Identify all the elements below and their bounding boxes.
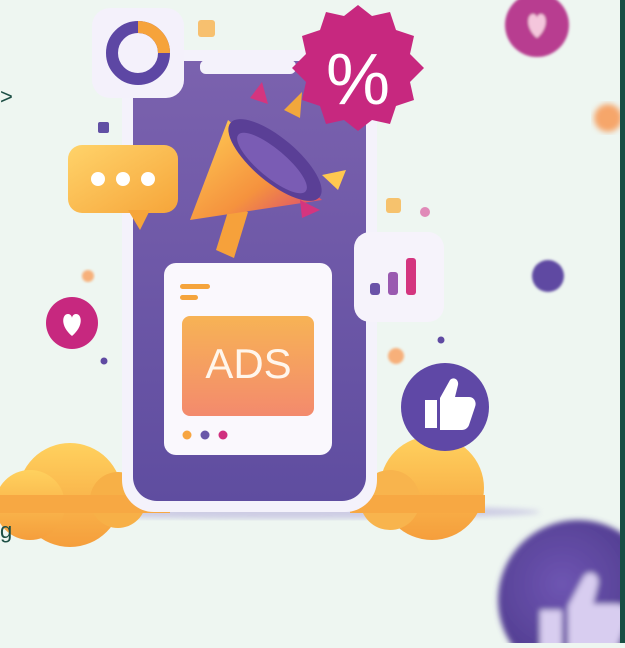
decor-dot: [100, 357, 108, 365]
illustration: % ADS > g: [0, 0, 625, 648]
donut-chart-icon: [126, 41, 150, 65]
phone-notch: [200, 60, 296, 74]
donut-card: [92, 8, 184, 98]
card-dot: [182, 430, 192, 440]
card-dot: [218, 430, 228, 440]
ads-label: ADS: [205, 340, 292, 387]
right-edge-bar: [620, 0, 625, 643]
bar-chart-icon: [370, 283, 380, 295]
decor-dot: [437, 336, 445, 344]
blurred-dot: [532, 260, 564, 292]
decor-square: [386, 198, 401, 213]
blurred-like-badge: [498, 520, 625, 648]
blurred-dot: [594, 104, 622, 132]
decor-dot: [388, 348, 404, 364]
clipped-text-fragment: >: [0, 84, 13, 109]
heart-badge: [46, 297, 98, 349]
decor-square: [198, 20, 215, 37]
card-dot: [200, 430, 210, 440]
decor-square: [98, 122, 109, 133]
blurred-heart-badge: [505, 0, 569, 57]
decor-dot: [420, 207, 430, 217]
decor-dot: [82, 270, 94, 282]
like-badge: [401, 363, 489, 451]
clipped-text-fragment: g: [0, 518, 13, 543]
marketing-illustration: %: [0, 0, 625, 648]
percent-icon: %: [326, 40, 390, 120]
bar-chart-card: [354, 232, 444, 322]
